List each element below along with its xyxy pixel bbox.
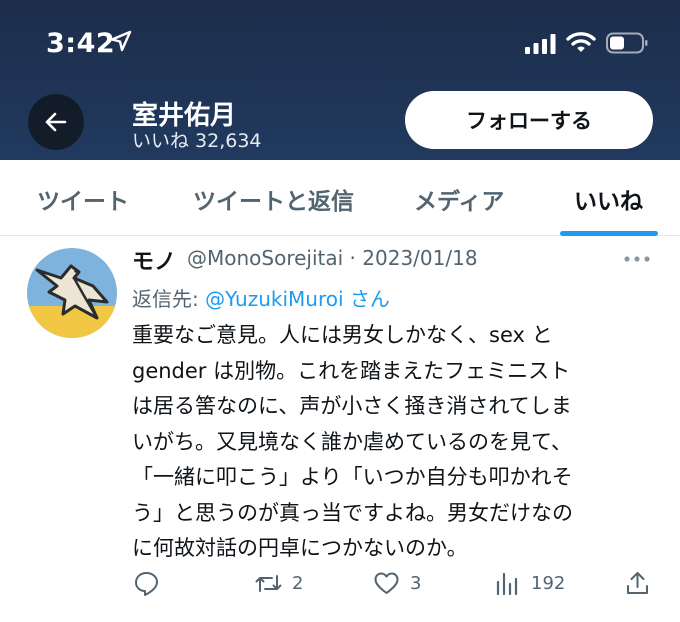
follow-button[interactable]: フォローする	[405, 91, 653, 149]
tweet-text-line: 「一緒に叩こう」より「いつか自分も叩かれそ	[132, 465, 573, 489]
arrow-left-icon	[45, 112, 67, 132]
views-button[interactable]: 192	[494, 568, 565, 598]
tab-tweets-and-replies[interactable]: ツイートと返信	[193, 182, 354, 216]
avatar[interactable]	[27, 248, 117, 338]
tweet-body: 重要なご意見。人には男女しかなく、sex と gender は別物。これを踏まえ…	[132, 318, 652, 567]
tweet-meta[interactable]: @MonoSorejitai · 2023/01/18	[187, 246, 478, 270]
retweet-icon	[255, 574, 282, 592]
tab-tweets[interactable]: ツイート	[37, 182, 129, 216]
tweet-text-line: う」と思うのが真っ当ですよね。男女だけなの	[132, 500, 573, 525]
location-arrow-icon	[110, 30, 132, 52]
tweet-text-line: に何故対話の円卓につかないのか。	[132, 536, 468, 560]
tweet-text-line: いがち。又見境なく誰か虐めているのを見て、	[132, 429, 572, 454]
reply-button[interactable]	[133, 568, 160, 598]
signal-icon	[525, 34, 556, 54]
share-icon	[627, 571, 648, 594]
active-tab-indicator	[560, 231, 658, 236]
retweet-count: 2	[292, 572, 304, 594]
reply-mention-link[interactable]: @YuzukiMuroi	[205, 287, 343, 311]
views-chart-icon	[496, 572, 518, 595]
profile-tabs: ツイート ツイートと返信 メディア いいね	[0, 160, 680, 236]
tweet-text-line: 重要なご意見。人には男女しかなく、sex と	[132, 323, 553, 347]
reply-mention-suffix: さん	[343, 287, 390, 311]
back-button[interactable]	[28, 94, 84, 150]
tweet-text-line: は居る筈なのに、声が小さく掻き消されてしま	[132, 394, 572, 418]
tweet-author-name[interactable]: モノ	[132, 244, 176, 276]
dove-avatar-image	[27, 248, 117, 338]
wifi-icon	[566, 32, 596, 52]
more-options-icon[interactable]	[622, 254, 652, 264]
tweet-text-line: gender は別物。これを踏まえたフェミニスト	[132, 358, 571, 383]
like-button[interactable]: 3	[373, 568, 421, 598]
reply-icon	[135, 571, 158, 596]
reply-to-label: 返信先:	[132, 287, 206, 311]
share-button[interactable]	[624, 568, 651, 598]
tab-media[interactable]: メディア	[414, 182, 504, 216]
reply-to-line: 返信先: @YuzukiMuroi さん	[132, 283, 390, 312]
views-count: 192	[531, 572, 566, 594]
heart-icon	[374, 572, 399, 594]
profile-header: 3:42 室井佑月 いいね 32,634 フォローする	[0, 0, 680, 160]
tab-likes[interactable]: いいね	[574, 182, 643, 216]
retweet-button[interactable]: 2	[255, 568, 303, 598]
status-time: 3:42	[46, 28, 116, 59]
like-count: 3	[410, 572, 422, 594]
battery-icon	[606, 32, 648, 54]
likes-count: いいね 32,634	[132, 130, 262, 152]
